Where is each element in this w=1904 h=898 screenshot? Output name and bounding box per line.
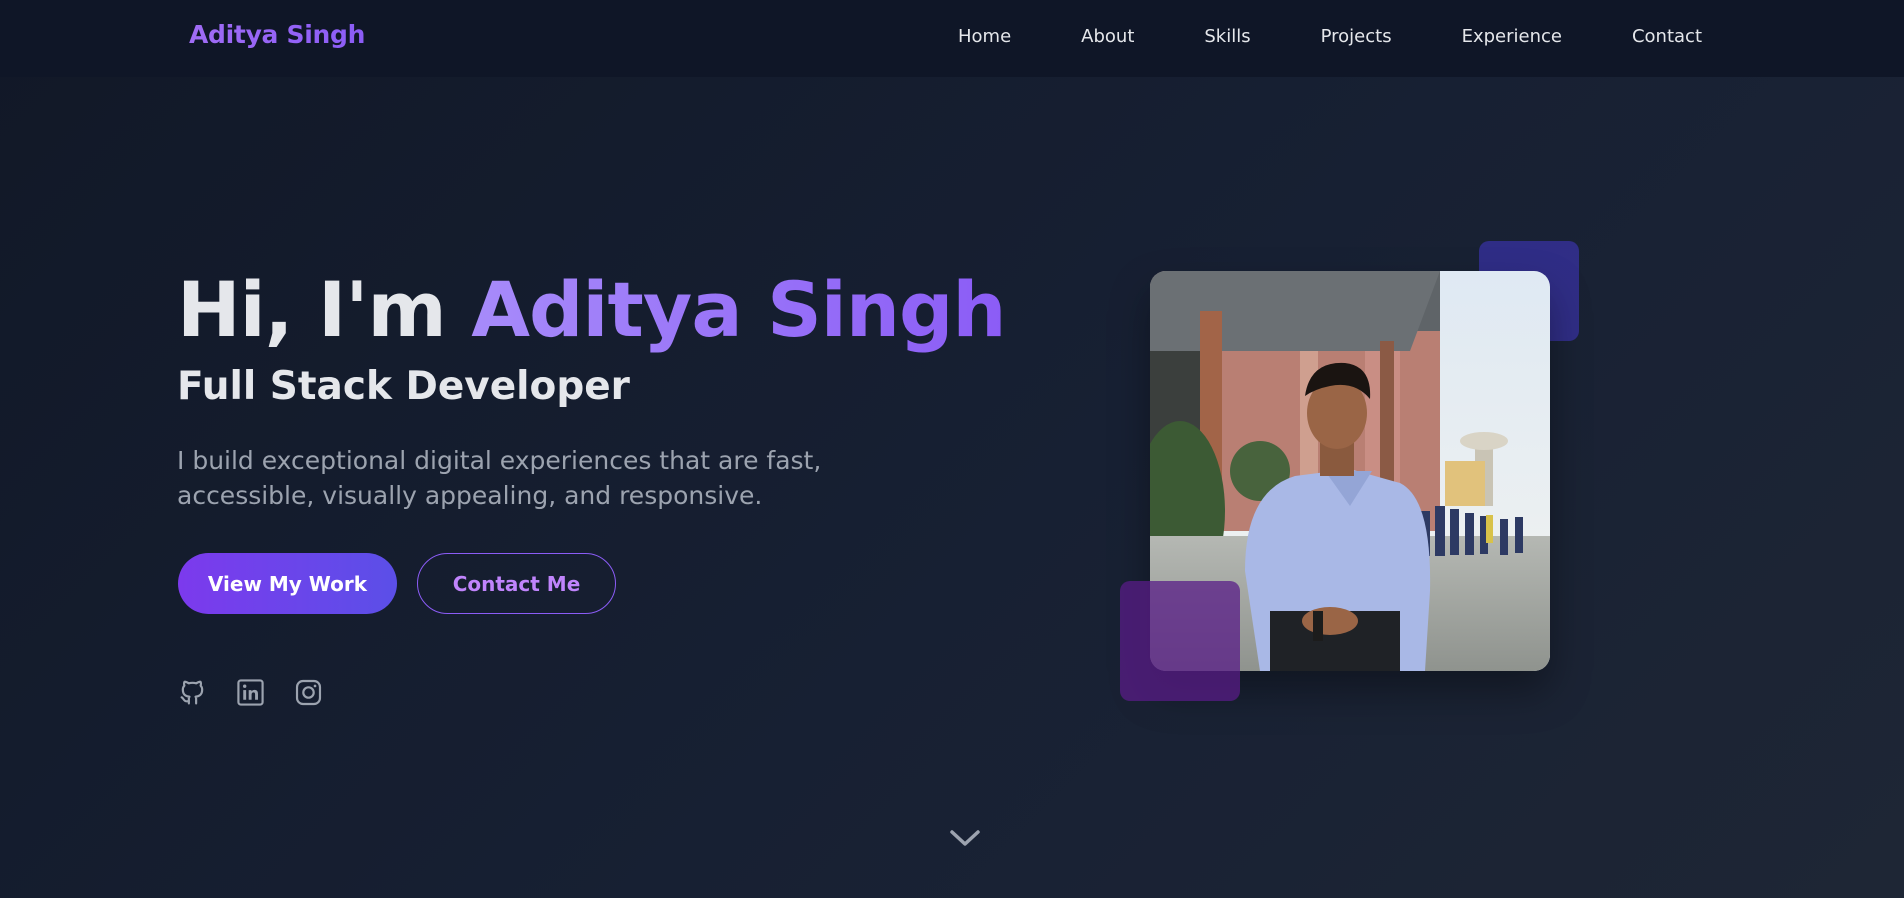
nav-link-skills[interactable]: Skills bbox=[1204, 26, 1250, 47]
hero-greeting: Hi, I'm bbox=[177, 265, 472, 354]
github-icon[interactable] bbox=[178, 678, 207, 707]
hero-description: I build exceptional digital experiences … bbox=[177, 446, 822, 510]
nav-link-contact[interactable]: Contact bbox=[1632, 26, 1702, 47]
nav-link-projects[interactable]: Projects bbox=[1321, 26, 1392, 47]
hero-role: Full Stack Developer bbox=[177, 364, 630, 409]
navbar: Aditya Singh Home About Skills Projects … bbox=[0, 0, 1904, 77]
linkedin-icon[interactable] bbox=[236, 678, 265, 707]
decorative-square-bottom bbox=[1120, 581, 1240, 701]
view-my-work-button[interactable]: View My Work bbox=[178, 553, 397, 614]
hero-name: Aditya Singh bbox=[471, 265, 1006, 354]
nav-link-about[interactable]: About bbox=[1081, 26, 1134, 47]
page: Aditya Singh Home About Skills Projects … bbox=[0, 0, 1904, 898]
instagram-icon[interactable] bbox=[294, 678, 323, 707]
nav-link-home[interactable]: Home bbox=[958, 26, 1011, 47]
logo[interactable]: Aditya Singh bbox=[189, 20, 365, 49]
hero-title: Hi, I'm Aditya Singh bbox=[177, 265, 1006, 354]
chevron-down-icon[interactable] bbox=[948, 826, 982, 850]
social-links bbox=[178, 678, 323, 707]
nav-links: Home About Skills Projects Experience Co… bbox=[958, 26, 1702, 47]
contact-me-button[interactable]: Contact Me bbox=[417, 553, 616, 614]
nav-link-experience[interactable]: Experience bbox=[1462, 26, 1562, 47]
